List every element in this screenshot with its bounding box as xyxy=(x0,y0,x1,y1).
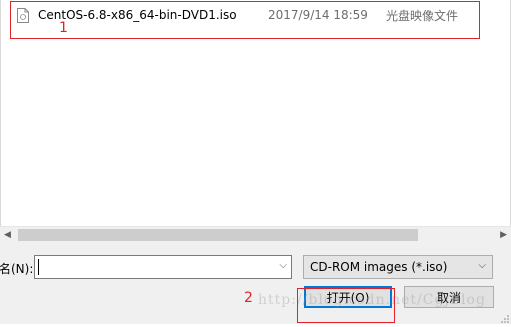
chevron-down-icon: ⌵ xyxy=(478,260,486,271)
scroll-right-icon[interactable]: ▶ xyxy=(500,230,507,240)
chevron-down-icon[interactable]: ⌵ xyxy=(279,260,287,271)
annotation-box-2 xyxy=(297,288,395,323)
resize-grip-icon[interactable] xyxy=(500,313,510,323)
scrollbar-thumb[interactable] xyxy=(18,229,418,241)
horizontal-scrollbar[interactable]: ◀ ▶ xyxy=(0,226,511,243)
annotation-box-1 xyxy=(10,1,480,39)
filename-label: 名(N): xyxy=(0,262,34,276)
filetype-select[interactable]: CD-ROM images (*.iso) ⌵ xyxy=(303,255,493,279)
filename-input[interactable]: ⌵ xyxy=(34,255,292,279)
bottom-panel: 名(N): ⌵ CD-ROM images (*.iso) ⌵ 打开(O) 取消 xyxy=(0,243,511,324)
text-caret xyxy=(38,259,39,275)
scroll-left-icon[interactable]: ◀ xyxy=(4,230,11,240)
filetype-selected: CD-ROM images (*.iso) xyxy=(310,260,448,274)
annotation-number-2: 2 xyxy=(244,290,253,306)
annotation-number-1: 1 xyxy=(59,20,68,36)
